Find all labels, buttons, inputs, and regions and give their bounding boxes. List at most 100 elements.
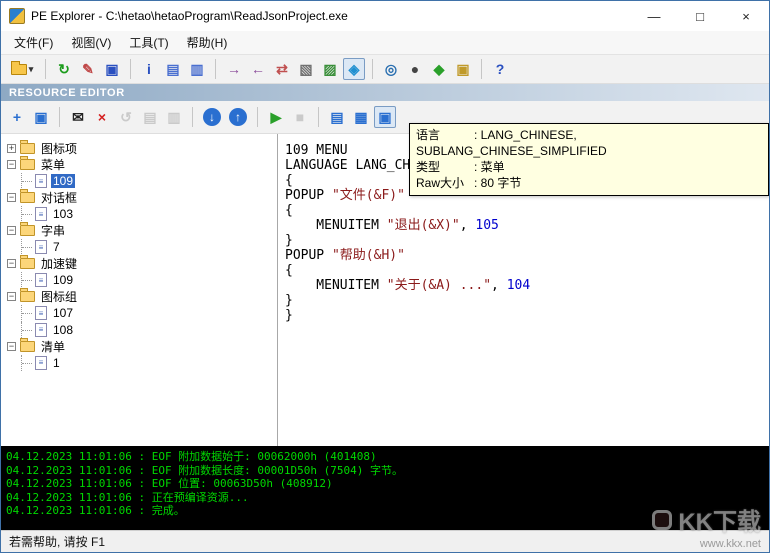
resource-document-icon	[35, 207, 47, 221]
tree-leaf-107[interactable]: 107	[7, 305, 277, 322]
undo-icon[interactable]: ↺	[115, 106, 137, 128]
expander-icon[interactable]: −	[7, 292, 16, 301]
tree-folder-label: 对话框	[39, 189, 79, 206]
copy-icon[interactable]: ▤	[139, 106, 161, 128]
folder-icon	[20, 159, 35, 170]
minimize-button[interactable]: —	[631, 1, 677, 31]
log-line: 04.12.2023 11:01:06 : EOF 位置: 00063D50h …	[6, 477, 764, 491]
folder-icon	[20, 341, 35, 352]
tree-folder-label: 菜单	[39, 156, 67, 173]
menu-item-view[interactable]: 视图(V)	[62, 31, 120, 54]
delay-import-icon[interactable]: ⇄	[271, 58, 293, 80]
task-viewer-icon[interactable]: ▣	[452, 58, 474, 80]
tooltip-row: Raw大小: 80 字节	[416, 175, 759, 191]
compile-icon[interactable]: ▶	[265, 106, 287, 128]
stop-icon[interactable]: ■	[289, 106, 311, 128]
toolbar-separator	[215, 59, 216, 79]
tree-folder-清单[interactable]: −清单	[7, 338, 277, 355]
debug-info-icon[interactable]: ▨	[319, 58, 341, 80]
tree-leaf-label: 108	[51, 323, 75, 337]
log-line: 04.12.2023 11:01:06 : 正在预编译资源...	[6, 491, 764, 505]
export-resource-icon[interactable]: ↓	[203, 108, 221, 126]
tree-folder-字串[interactable]: − 字串	[7, 223, 277, 240]
import-viewer-icon[interactable]: ←	[247, 58, 269, 80]
resource-editor-header: RESOURCE EDITOR	[1, 84, 769, 101]
menu-item-file[interactable]: 文件(F)	[5, 31, 62, 54]
delete-resource-icon[interactable]: ×	[91, 106, 113, 128]
expander-icon[interactable]: −	[7, 259, 16, 268]
toolbar-separator	[130, 59, 131, 79]
code-line: MENUITEM "退出(&X)", 105	[285, 218, 765, 233]
help-icon[interactable]: ?	[489, 58, 511, 80]
resource-document-icon	[35, 273, 47, 287]
resource-editor-icon[interactable]: ◈	[343, 58, 365, 80]
paste-icon[interactable]: ▥	[163, 106, 185, 128]
tree-leaf-label: 109	[51, 273, 75, 287]
menu-item-tools[interactable]: 工具(T)	[120, 31, 177, 54]
open-file-icon[interactable]: ▾	[6, 58, 38, 80]
resource-document-icon	[35, 174, 47, 188]
resource-document-icon	[35, 323, 47, 337]
tree-leaf-1[interactable]: 1	[7, 355, 277, 372]
toolbar-separator	[59, 107, 60, 127]
expander-icon[interactable]: −	[7, 226, 16, 235]
menu-item-help[interactable]: 帮助(H)	[178, 31, 237, 54]
status-text: 若需帮助, 请按 F1	[9, 533, 105, 550]
tree-folder-图标组[interactable]: −图标组	[7, 289, 277, 306]
log-panel: 04.12.2023 11:01:06 : EOF 附加数据始于: 000620…	[1, 446, 769, 530]
app-icon[interactable]	[9, 8, 25, 24]
copy-resource-icon[interactable]: ▣	[30, 106, 52, 128]
save-as-icon[interactable]: ▣	[101, 58, 123, 80]
tree-leaf-109[interactable]: 109	[7, 173, 277, 190]
tree-leaf-label: 7	[51, 240, 62, 254]
expander-icon[interactable]: +	[7, 144, 16, 153]
signature-scanner-icon[interactable]: ◆	[428, 58, 450, 80]
code-line: {	[285, 203, 765, 218]
expander-icon[interactable]: −	[7, 342, 16, 351]
window-controls: — □ ×	[631, 1, 769, 31]
tree-leaf-label: 1	[51, 356, 62, 370]
expander-icon[interactable]: −	[7, 193, 16, 202]
resource-editor-title: RESOURCE EDITOR	[9, 87, 125, 99]
tree-leaf-7[interactable]: 7	[7, 239, 277, 256]
toolbar-separator	[318, 107, 319, 127]
dependency-scanner-icon[interactable]: ◎	[380, 58, 402, 80]
tree-folder-菜单[interactable]: − 菜单	[7, 157, 277, 174]
tree-leaf-103[interactable]: 103	[7, 206, 277, 223]
import-resource-icon[interactable]: ✉	[67, 106, 89, 128]
folder-icon	[20, 143, 35, 154]
tree-folder-label: 图标项	[39, 140, 79, 157]
text-view-icon[interactable]: ▤	[326, 106, 348, 128]
code-line: }	[285, 308, 765, 323]
toolbar-separator	[481, 59, 482, 79]
window-title: PE Explorer - C:\hetao\hetaoProgram\Read…	[31, 9, 348, 23]
tooltip-row: 语言: LANG_CHINESE, SUBLANG_CHINESE_SIMPLI…	[416, 127, 759, 159]
maximize-button[interactable]: □	[677, 1, 723, 31]
data-directories-icon[interactable]: ▤	[162, 58, 184, 80]
tree-leaf-108[interactable]: 108	[7, 322, 277, 339]
export-viewer-icon[interactable]: →	[223, 58, 245, 80]
tree-leaf-109[interactable]: 109	[7, 272, 277, 289]
disassembler-icon[interactable]: ●	[404, 58, 426, 80]
add-resource-icon[interactable]: +	[6, 106, 28, 128]
tree-folder-对话框[interactable]: − 对话框	[7, 190, 277, 207]
resource-document-icon	[35, 306, 47, 320]
section-headers-icon[interactable]: ▥	[186, 58, 208, 80]
tree-folder-图标项[interactable]: + 图标项	[7, 140, 277, 157]
tooltip-row: 类型: 菜单	[416, 159, 759, 175]
close-button[interactable]: ×	[723, 1, 769, 31]
replace-resource-icon[interactable]: ↑	[229, 108, 247, 126]
tree-folder-label: 字串	[39, 222, 67, 239]
relocations-icon[interactable]: ▧	[295, 58, 317, 80]
repair-icon[interactable]: ✎	[77, 58, 99, 80]
binary-view-icon[interactable]: ▦	[350, 106, 372, 128]
refresh-icon[interactable]: ↻	[53, 58, 75, 80]
expander-icon[interactable]: −	[7, 160, 16, 169]
file-info-icon[interactable]: i	[138, 58, 160, 80]
code-line: {	[285, 263, 765, 278]
toolbar-separator	[372, 59, 373, 79]
folder-icon	[20, 291, 35, 302]
tree-folder-label: 加速键	[39, 255, 79, 272]
preview-icon[interactable]: ▣	[374, 106, 396, 128]
tree-folder-加速键[interactable]: − 加速键	[7, 256, 277, 273]
